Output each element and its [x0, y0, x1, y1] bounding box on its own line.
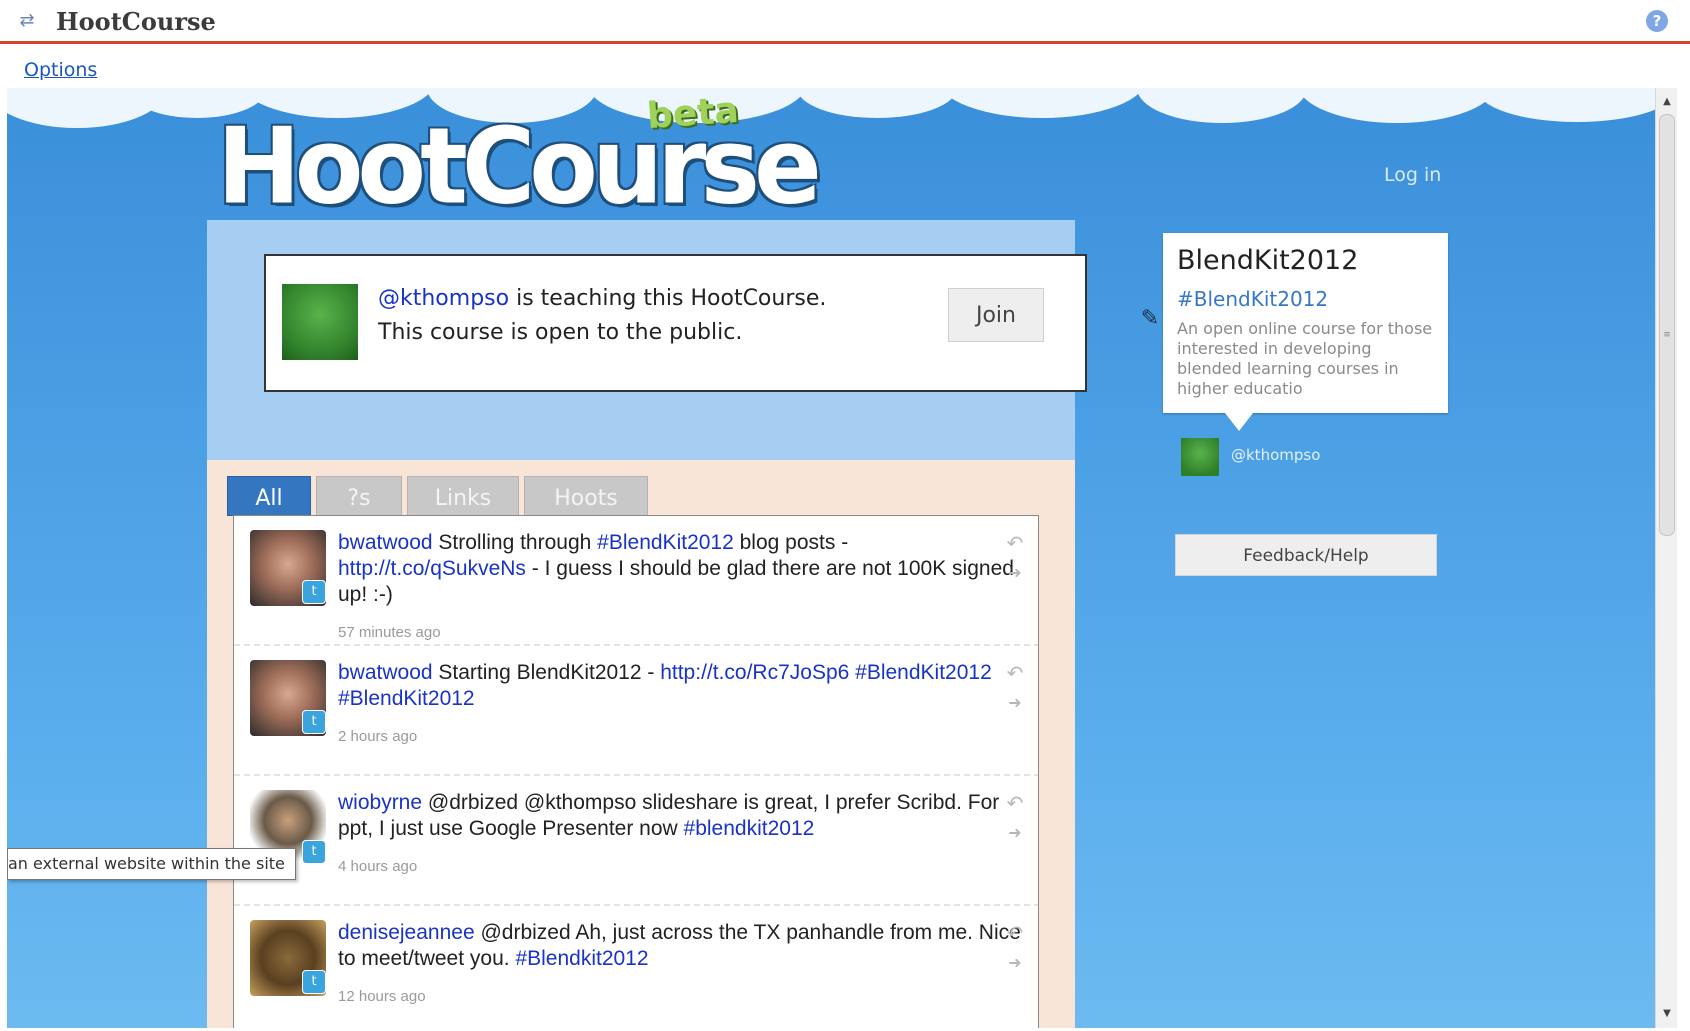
tweet-author-link[interactable]: wiobyrne [338, 791, 422, 814]
window-titlebar: ⇄ HootCourse ? [0, 0, 1690, 44]
tweet-link[interactable]: #blendkit2012 [684, 817, 815, 840]
tab-questions[interactable]: ?s [316, 476, 402, 516]
tweet-timestamp: 12 hours ago [338, 988, 426, 1005]
tweet-text-segment: Strolling through [432, 531, 598, 554]
tweet-text-segment: Starting BlendKit2012 - [432, 661, 661, 684]
join-button[interactable]: Join [948, 288, 1044, 342]
tweet-row: t bwatwood Starting BlendKit2012 - http:/… [234, 646, 1038, 776]
tweet-link[interactable]: #Blendkit2012 [515, 947, 648, 970]
twitter-icon: t [302, 840, 326, 864]
course-title: BlendKit2012 [1177, 245, 1359, 276]
retweet-icon[interactable]: ➜ [1004, 822, 1026, 844]
twitter-icon: t [302, 970, 326, 994]
course-description: An open online course for those interest… [1177, 319, 1433, 398]
tweet-text: denisejeannee @drbized Ah, just across t… [338, 920, 1028, 972]
owner-avatar[interactable] [1181, 438, 1219, 476]
tweet-text-segment: blog posts - [733, 531, 849, 554]
tweet-avatar[interactable]: t [250, 660, 326, 736]
course-info-card: BlendKit2012 #BlendKit2012 An open onlin… [1163, 233, 1448, 431]
tweet-link[interactable]: http://t.co/Rc7JoSp6 [660, 661, 849, 684]
tab-hoots[interactable]: Hoots [524, 476, 648, 516]
tweet-text: bwatwood Strolling through #BlendKit2012… [338, 530, 1028, 608]
beta-badge: beta [645, 89, 741, 138]
options-link[interactable]: Options [24, 59, 97, 81]
reply-icon[interactable]: ↶ [1004, 792, 1026, 814]
tweet-timestamp: 2 hours ago [338, 728, 418, 745]
tweet-row: t bwatwood Strolling through #BlendKit201… [234, 516, 1038, 646]
tab-links[interactable]: Links [407, 476, 519, 516]
course-hashtag-link[interactable]: #BlendKit2012 [1177, 287, 1328, 311]
teacher-handle-link[interactable]: @kthompso [378, 286, 509, 311]
tweet-timestamp: 4 hours ago [338, 858, 418, 875]
teacher-line: @kthompso is teaching this HootCourse. [378, 286, 826, 311]
retweet-icon[interactable]: ➜ [1004, 692, 1026, 714]
tweet-text: bwatwood Starting BlendKit2012 - http://… [338, 660, 1028, 712]
tweet-row: t denisejeannee @drbized Ah, just across … [234, 906, 1038, 1028]
tweet-text-segment: @drbized @kthompso slideshare is great, … [338, 791, 1000, 840]
scroll-up-arrow-icon[interactable]: ▲ [1656, 92, 1678, 112]
teacher-line-text: is teaching this HootCourse. [509, 286, 827, 311]
teacher-info-box: @kthompso is teaching this HootCourse. T… [264, 254, 1087, 392]
twitter-icon: t [302, 710, 326, 734]
tweet-author-link[interactable]: bwatwood [338, 661, 433, 684]
scroll-down-arrow-icon[interactable]: ▼ [1656, 1004, 1678, 1024]
feedback-help-button[interactable]: Feedback/Help [1175, 534, 1437, 576]
scroll-thumb[interactable]: ≡ [1659, 114, 1675, 536]
tweet-avatar[interactable]: t [250, 530, 326, 606]
tweet-link[interactable]: #BlendKit2012 [338, 687, 475, 710]
owner-handle-link[interactable]: @kthompso [1231, 446, 1320, 464]
tweet-row: t wiobyrne @drbized @kthompso slideshare … [234, 776, 1038, 906]
tweet-author-link[interactable]: denisejeannee [338, 921, 475, 944]
teacher-avatar[interactable] [282, 284, 358, 360]
vertical-scrollbar[interactable]: ▲ ≡ ▼ [1655, 88, 1677, 1028]
retweet-icon[interactable]: ➜ [1004, 952, 1026, 974]
tooltip: an external website within the site [7, 848, 296, 880]
card-pointer [1225, 413, 1253, 431]
tweet-avatar[interactable]: t [250, 920, 326, 996]
reply-icon[interactable]: ↶ [1004, 532, 1026, 554]
arrows-icon: ⇄ [19, 10, 35, 31]
reply-icon[interactable]: ↶ [1004, 922, 1026, 944]
grip-icon: ≡ [1663, 330, 1671, 340]
tweet-link[interactable]: #BlendKit2012 [855, 661, 992, 684]
tweet-link[interactable]: #BlendKit2012 [597, 531, 734, 554]
tweet-text: wiobyrne @drbized @kthompso slideshare i… [338, 790, 1028, 842]
tweet-link[interactable]: http://t.co/qSukveNs [338, 557, 526, 580]
window-title: HootCourse [56, 7, 216, 36]
tab-all[interactable]: All [227, 476, 311, 516]
options-bar: Options [0, 44, 1690, 88]
reply-icon[interactable]: ↶ [1004, 662, 1026, 684]
tweet-timestamp: 57 minutes ago [338, 624, 441, 641]
tweet-feed: t bwatwood Strolling through #BlendKit201… [233, 515, 1039, 1028]
retweet-icon[interactable]: ➜ [1004, 562, 1026, 584]
tweet-author-link[interactable]: bwatwood [338, 531, 433, 554]
course-public-note: This course is open to the public. [378, 320, 743, 345]
pencil-icon[interactable]: ✎ [1137, 306, 1163, 332]
twitter-icon: t [302, 580, 326, 604]
web-viewport: HootCourse beta Log in @kthompso is teac… [7, 88, 1655, 1028]
help-icon[interactable]: ? [1646, 10, 1668, 32]
login-link[interactable]: Log in [1384, 164, 1441, 186]
